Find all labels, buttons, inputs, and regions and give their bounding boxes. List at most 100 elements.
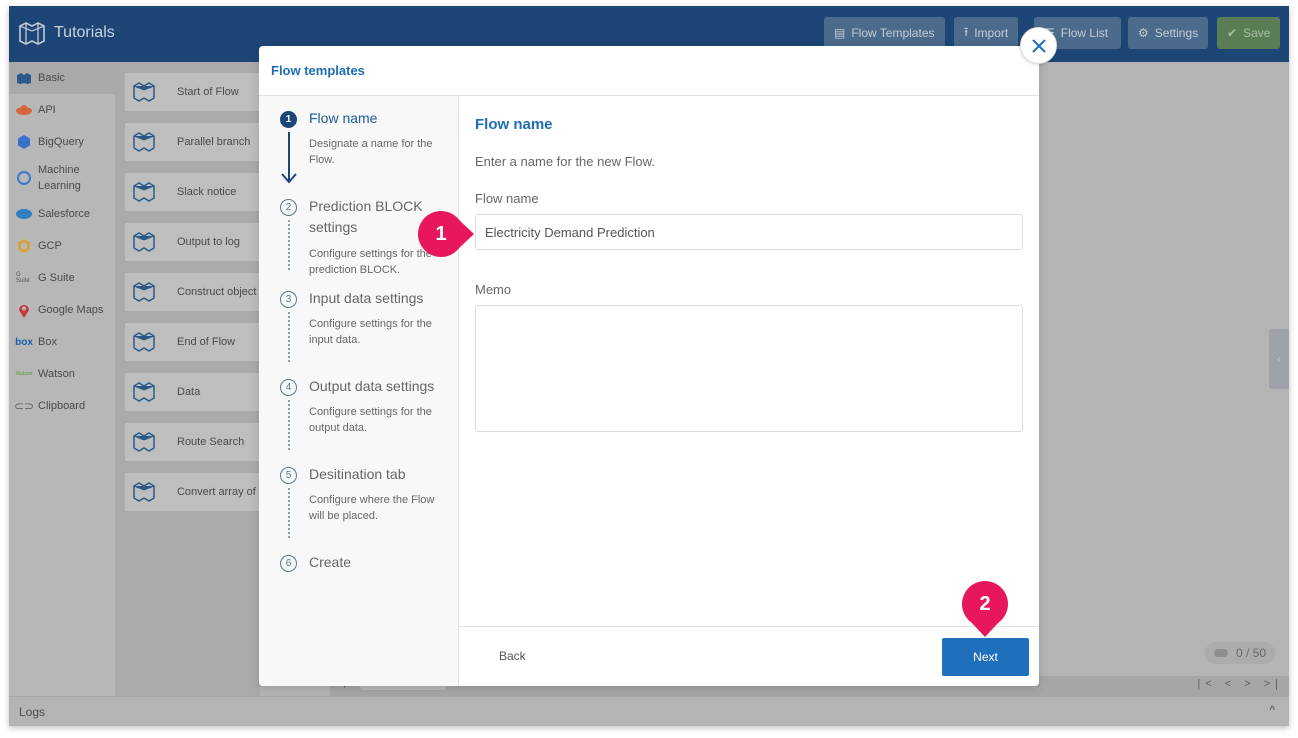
step-title: Output data settings — [309, 378, 435, 394]
block-item[interactable]: Slack notice — [125, 173, 265, 211]
category-google-maps[interactable]: Google Maps — [9, 294, 115, 326]
import-label: Import — [974, 26, 1009, 40]
block-label: Parallel branch — [177, 136, 251, 148]
block-counter: 0 / 50 — [1205, 642, 1275, 664]
brand: Tutorials — [18, 21, 115, 45]
category-api[interactable]: API — [9, 94, 115, 126]
logs-label: Logs — [19, 705, 46, 719]
block-icon — [125, 223, 163, 261]
block-icon — [125, 273, 163, 311]
category-label: G Suite — [38, 272, 75, 284]
step-desc: Configure settings for the input data. — [309, 318, 432, 346]
category-list: Basic API BigQuery Machine Learning Sale… — [9, 62, 115, 696]
template-icon: ▤ — [834, 26, 846, 40]
category-bigquery[interactable]: BigQuery — [9, 126, 115, 158]
category-label: Salesforce — [38, 208, 90, 220]
category-label: Box — [38, 336, 57, 348]
step-number: 3 — [280, 291, 297, 308]
box-logo-icon: box — [15, 336, 33, 348]
block-icon — [125, 123, 163, 161]
category-watson[interactable]: Watson Watson — [9, 358, 115, 390]
block-label: Construct object — [177, 286, 257, 298]
chevron-left-icon: ‹ — [1277, 352, 1281, 366]
flow-name-input[interactable] — [475, 214, 1023, 250]
step-connector — [288, 312, 290, 362]
block-label: Route Search — [177, 436, 245, 448]
category-label: Basic — [38, 72, 65, 84]
annotation-marker-2: 2 — [962, 581, 1008, 637]
category-basic[interactable]: Basic — [9, 62, 115, 94]
import-button[interactable]: ⭱ Import — [954, 17, 1019, 49]
save-button[interactable]: ✔ Save — [1217, 17, 1281, 49]
memo-textarea[interactable] — [475, 305, 1023, 432]
logs-panel: Logs ^ — [9, 696, 1289, 726]
block-icon — [125, 173, 163, 211]
block-label: Data — [177, 386, 201, 398]
paperclip-icon: ⊂⊃ — [13, 399, 35, 413]
step-number: 2 — [280, 199, 297, 216]
next-button[interactable]: Next — [942, 638, 1029, 676]
block-label: Slack notice — [177, 186, 237, 198]
block-label: End of Flow — [177, 336, 236, 348]
gsuite-icon: G Suite — [16, 272, 30, 284]
category-label: BigQuery — [38, 136, 84, 148]
modal-header: Flow templates — [259, 46, 1039, 96]
step-connector — [288, 488, 290, 538]
map-pin-icon — [16, 303, 32, 318]
category-label: Google Maps — [38, 304, 104, 316]
content-heading: Flow name — [475, 116, 553, 133]
step-list: 1 Flow name Designate a name for the Flo… — [259, 96, 459, 686]
block-item[interactable]: Output to log — [125, 223, 265, 261]
block-item[interactable]: Convert array of o — [125, 473, 265, 511]
category-label: Clipboard — [38, 400, 86, 412]
logo-icon — [19, 22, 45, 45]
step-desc: Configure settings for the output data. — [309, 406, 432, 434]
brain-icon — [16, 171, 32, 185]
block-palette: Start of Flow Parallel branch Slack noti… — [115, 62, 265, 696]
right-panel-toggle[interactable]: ‹ — [1269, 329, 1289, 389]
category-gsuite[interactable]: G Suite G Suite — [9, 262, 115, 294]
block-icon — [125, 473, 163, 511]
step-desc: Configure where the Flow will be placed. — [309, 494, 435, 522]
category-clipboard[interactable]: ⊂⊃ Clipboard — [9, 390, 115, 422]
tab-pager[interactable]: |< < > >| — [1197, 678, 1283, 690]
category-box[interactable]: box Box — [9, 326, 115, 358]
step-connector — [288, 220, 290, 270]
modal-title: Flow templates — [271, 63, 365, 78]
block-item[interactable]: Parallel branch — [125, 123, 265, 161]
flow-templates-label: Flow Templates — [851, 26, 935, 40]
step-number: 1 — [280, 111, 297, 128]
flow-list-label: Flow List — [1060, 26, 1109, 40]
close-modal-button[interactable] — [1020, 27, 1057, 64]
category-gcp[interactable]: GCP — [9, 230, 115, 262]
category-label: API — [38, 104, 56, 116]
step-number: 6 — [280, 555, 297, 572]
block-icon — [125, 323, 163, 361]
category-machine-learning[interactable]: Machine Learning — [9, 158, 115, 198]
annotation-marker-1: 1 — [418, 211, 474, 257]
step-connector — [288, 400, 290, 450]
block-item[interactable]: End of Flow — [125, 323, 265, 361]
flow-name-label: Flow name — [475, 191, 539, 206]
category-salesforce[interactable]: Salesforce — [9, 198, 115, 230]
back-button[interactable]: Back — [499, 649, 526, 663]
block-item[interactable]: Route Search — [125, 423, 265, 461]
settings-button[interactable]: ⚙ Settings — [1128, 17, 1209, 49]
step-title: Desitination tab — [309, 466, 406, 482]
block-item[interactable]: Construct object — [125, 273, 265, 311]
block-item[interactable]: Data — [125, 373, 265, 411]
block-item[interactable]: Start of Flow — [125, 73, 265, 111]
step-number: 5 — [280, 467, 297, 484]
block-icon — [125, 73, 163, 111]
block-icon — [125, 373, 163, 411]
chevron-up-icon[interactable]: ^ — [1269, 703, 1275, 717]
flow-templates-modal: Flow templates 1 Flow name Designate a n… — [259, 46, 1039, 686]
arrow-down-icon — [281, 132, 297, 184]
flow-templates-button[interactable]: ▤ Flow Templates — [824, 17, 945, 49]
step-number: 4 — [280, 379, 297, 396]
block-icon — [125, 423, 163, 461]
marker-label: 2 — [979, 592, 991, 615]
memo-label: Memo — [475, 282, 512, 297]
step-desc: Designate a name for the Flow. — [309, 138, 433, 166]
app-title: Tutorials — [54, 24, 115, 41]
